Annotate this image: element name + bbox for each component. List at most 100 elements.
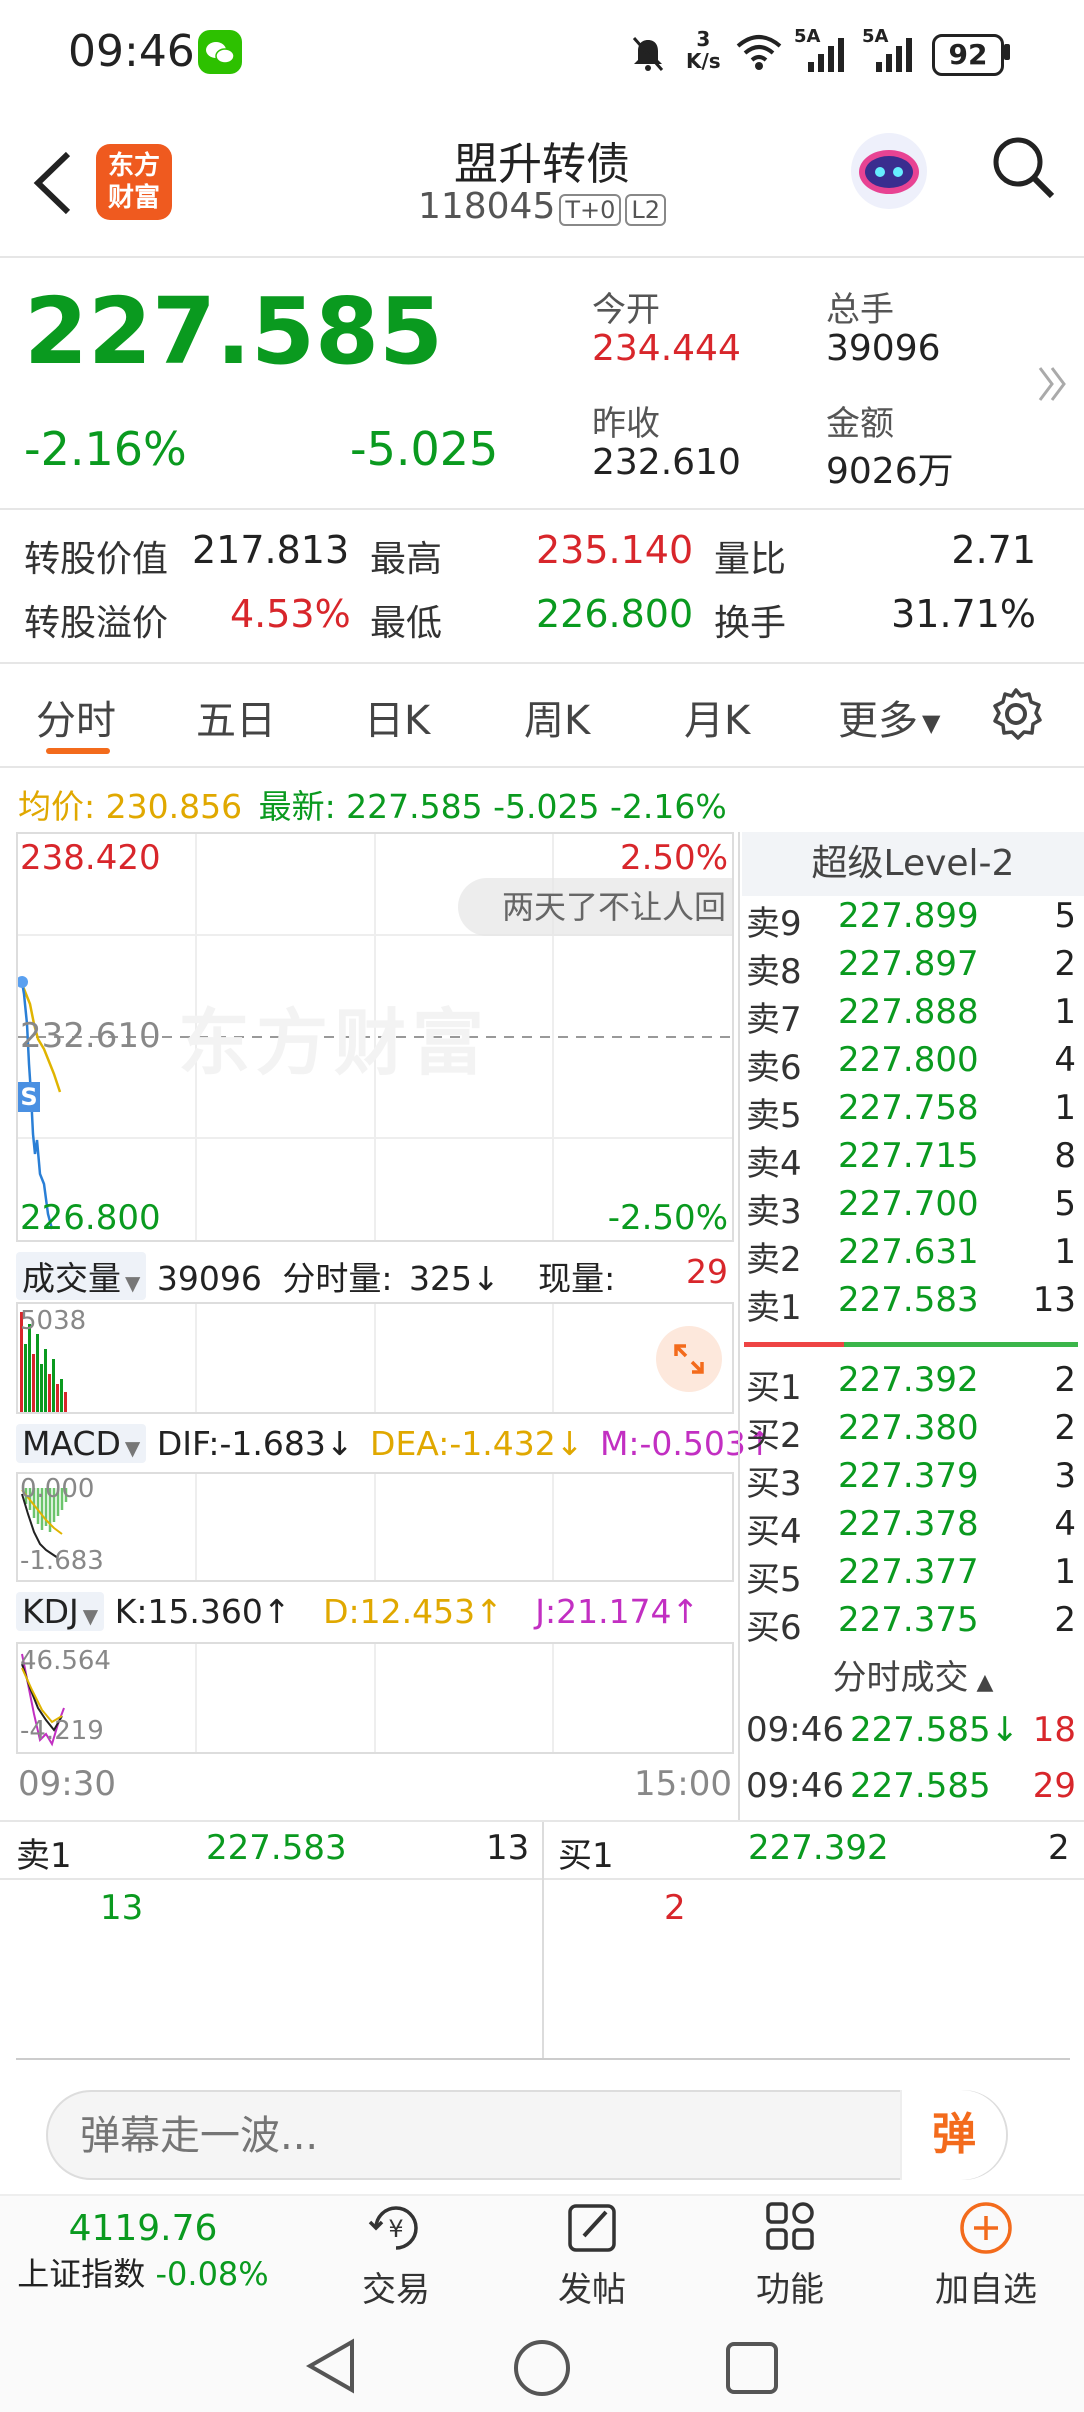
chart-watermark: 东方财富 bbox=[178, 1001, 491, 1085]
kdj-chart[interactable]: 46.564 -4.219 bbox=[16, 1642, 734, 1754]
order-level-price: 227.700 bbox=[838, 1184, 979, 1224]
divider bbox=[0, 662, 1084, 664]
order-book-row[interactable]: 卖9 227.899 5 bbox=[742, 896, 1080, 944]
order-book-row[interactable]: 卖5 227.758 1 bbox=[742, 1088, 1080, 1136]
queue-bid-price: 227.392 bbox=[748, 1828, 889, 1868]
index-name: 上证指数 bbox=[17, 2255, 146, 2293]
order-book-row[interactable]: 卖4 227.715 8 bbox=[742, 1136, 1080, 1184]
expand-quote-icon[interactable] bbox=[1036, 362, 1070, 410]
wifi-icon bbox=[734, 32, 784, 76]
order-level-volume: 1 bbox=[1054, 1552, 1076, 1592]
nav-post[interactable]: 发帖 bbox=[492, 2200, 692, 2311]
order-book-row[interactable]: 买1 227.392 2 bbox=[742, 1360, 1080, 1408]
order-level-volume: 2 bbox=[1054, 944, 1076, 984]
order-level-volume: 8 bbox=[1054, 1136, 1076, 1176]
order-book-row[interactable]: 卖3 227.700 5 bbox=[742, 1184, 1080, 1232]
order-level-volume: 1 bbox=[1054, 1232, 1076, 1272]
queue-ask-price: 227.583 bbox=[206, 1828, 347, 1868]
tab-monthly-k[interactable]: 月K bbox=[684, 688, 750, 746]
order-book-row[interactable]: 买4 227.378 4 bbox=[742, 1504, 1080, 1552]
order-level-label: 卖1 bbox=[746, 1288, 802, 1328]
order-level-volume: 4 bbox=[1054, 1040, 1076, 1080]
trade-row: 09:46 227.585↓ 18 bbox=[742, 1710, 1080, 1758]
order-book-row[interactable]: 卖1 227.583 13 bbox=[742, 1280, 1080, 1328]
nav-functions[interactable]: 功能 bbox=[690, 2200, 890, 2311]
order-level-label: 买6 bbox=[746, 1608, 802, 1648]
tab-intraday[interactable]: 分时 bbox=[36, 688, 116, 746]
danmu-send-button[interactable]: 弹 bbox=[900, 2090, 1006, 2180]
index-change: -0.08% bbox=[155, 2255, 269, 2293]
volume-axis-max: 5038 bbox=[20, 1306, 87, 1336]
order-level-volume: 4 bbox=[1054, 1504, 1076, 1544]
system-home-icon[interactable] bbox=[512, 2338, 572, 2402]
system-back-icon[interactable] bbox=[302, 2336, 358, 2400]
active-tab-indicator bbox=[46, 748, 110, 754]
volume-chart[interactable]: 5038 bbox=[16, 1302, 734, 1414]
macd-chart[interactable]: 0.000 -1.683 bbox=[16, 1472, 734, 1582]
order-level-label: 卖6 bbox=[746, 1048, 802, 1088]
nav-trade-label: 交易 bbox=[362, 2270, 430, 2310]
tab-five-day[interactable]: 五日 bbox=[196, 688, 276, 746]
nav-trade[interactable]: ¥ 交易 bbox=[296, 2200, 496, 2311]
tab-more[interactable]: 更多 ▼ bbox=[838, 688, 940, 746]
divider bbox=[16, 2058, 1070, 2060]
order-level-label: 卖4 bbox=[746, 1144, 802, 1184]
danmu-input-container[interactable]: 弹 bbox=[46, 2090, 1008, 2180]
security-code-row: 118045 T+0 L2 bbox=[300, 186, 784, 227]
macd-selector[interactable]: MACD ▼ bbox=[16, 1424, 147, 1463]
time-axis-end: 15:00 bbox=[634, 1764, 732, 1804]
queue-ask-label: 卖1 bbox=[16, 1836, 72, 1876]
tab-daily-k[interactable]: 日K bbox=[364, 688, 430, 746]
logo-text-1: 东方 bbox=[107, 151, 160, 181]
danmu-input[interactable] bbox=[78, 2106, 902, 2166]
edit-post-icon bbox=[568, 2204, 616, 2252]
order-level-volume: 1 bbox=[1054, 1088, 1076, 1128]
intraday-price-chart[interactable]: 东方财富 238.420 2.50% 232.610 226.800 -2.50… bbox=[16, 832, 734, 1242]
back-button[interactable] bbox=[30, 148, 74, 222]
nav-add-watchlist[interactable]: 加自选 bbox=[886, 2200, 1084, 2311]
trade-yen-icon: ¥ bbox=[368, 2206, 418, 2250]
trade-volume: 18 bbox=[1032, 1710, 1076, 1750]
macd-selector-label: MACD bbox=[22, 1424, 121, 1463]
chart-bottom-pct: -2.50% bbox=[607, 1198, 728, 1238]
order-level-price: 227.583 bbox=[838, 1280, 979, 1320]
volume-selector[interactable]: 成交量 ▼ bbox=[16, 1252, 147, 1300]
order-level-label: 买1 bbox=[746, 1368, 802, 1408]
system-recents-icon[interactable] bbox=[724, 2340, 780, 2400]
order-book-row[interactable]: 卖6 227.800 4 bbox=[742, 1040, 1080, 1088]
order-level-price: 227.392 bbox=[838, 1360, 979, 1400]
security-code: 118045 bbox=[417, 186, 556, 227]
fullscreen-expand-icon[interactable] bbox=[656, 1326, 722, 1392]
order-book-row[interactable]: 买3 227.379 3 bbox=[742, 1456, 1080, 1504]
order-book-title[interactable]: 超级Level-2 bbox=[742, 832, 1084, 896]
order-book-row[interactable]: 卖8 227.897 2 bbox=[742, 944, 1080, 992]
order-book-row[interactable]: 买6 227.375 2 bbox=[742, 1600, 1080, 1648]
nav-functions-label: 功能 bbox=[756, 2270, 824, 2310]
order-book-row[interactable]: 买5 227.377 1 bbox=[742, 1552, 1080, 1600]
order-book-row[interactable]: 卖2 227.631 1 bbox=[742, 1232, 1080, 1280]
conv-value: 217.813 bbox=[192, 528, 350, 572]
kdj-axis-top: 46.564 bbox=[20, 1646, 111, 1676]
nav-add-watch-label: 加自选 bbox=[935, 2270, 1037, 2310]
settings-gear-icon[interactable] bbox=[988, 686, 1044, 746]
search-icon[interactable] bbox=[990, 134, 1056, 204]
order-level-volume: 3 bbox=[1054, 1456, 1076, 1496]
order-book-row[interactable]: 买2 227.380 2 bbox=[742, 1408, 1080, 1456]
divider bbox=[0, 256, 1084, 258]
trades-title[interactable]: 分时成交 ▲ bbox=[742, 1650, 1084, 1699]
conv-value-label: 转股价值 bbox=[24, 539, 169, 580]
order-level-label: 买2 bbox=[746, 1416, 802, 1456]
macd-dif: DIF:-1.683↓ bbox=[156, 1424, 354, 1463]
queue-divider bbox=[542, 1822, 544, 2060]
bid-ratio-bar bbox=[844, 1342, 1078, 1347]
premium-value: 4.53% bbox=[230, 592, 351, 636]
tab-weekly-k[interactable]: 周K bbox=[524, 688, 590, 746]
high-value: 235.140 bbox=[536, 528, 694, 572]
trade-price: 227.585↓ bbox=[850, 1710, 1020, 1750]
kdj-selector[interactable]: KDJ ▼ bbox=[16, 1592, 105, 1631]
index-ticker[interactable]: 4119.76 上证指数 -0.08% bbox=[8, 2208, 278, 2295]
robot-assistant-icon[interactable] bbox=[846, 128, 932, 218]
trade-time: 09:46 bbox=[746, 1710, 844, 1750]
sell-marker[interactable]: S bbox=[18, 1082, 40, 1112]
order-book-row[interactable]: 卖7 227.888 1 bbox=[742, 992, 1080, 1040]
